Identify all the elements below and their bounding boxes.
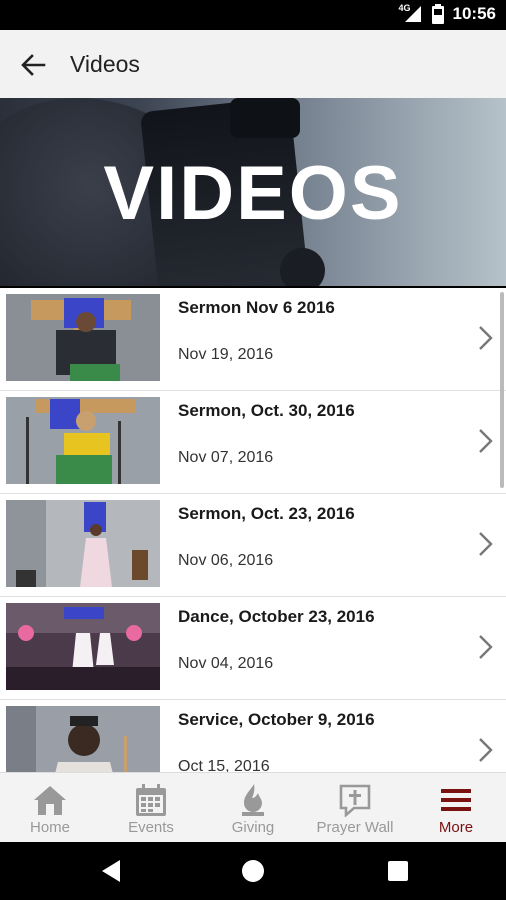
video-list-item[interactable]: Sermon Nov 6 2016 Nov 19, 2016 <box>0 288 506 391</box>
video-thumbnail <box>6 706 160 772</box>
video-title: Dance, October 23, 2016 <box>178 607 375 626</box>
status-time: 10:56 <box>452 4 496 23</box>
video-list-item[interactable]: Service, October 9, 2016 Oct 15, 2016 <box>0 700 506 772</box>
video-list-item[interactable]: Dance, October 23, 2016 Nov 04, 2016 <box>0 597 506 700</box>
video-date: Nov 19, 2016 <box>178 346 274 363</box>
nav-item-home[interactable]: Home <box>0 773 100 843</box>
nav-item-giving[interactable]: Giving <box>202 773 304 843</box>
video-thumbnail <box>6 294 160 381</box>
network-type: 4G <box>398 3 411 13</box>
system-home-icon[interactable] <box>240 858 266 884</box>
chevron-right-icon <box>478 737 494 763</box>
video-date: Oct 15, 2016 <box>178 758 270 772</box>
nav-label: Prayer Wall <box>316 819 394 836</box>
video-date: Nov 04, 2016 <box>178 655 274 672</box>
banner-image-lens <box>280 248 325 286</box>
video-list-item[interactable]: Sermon, Oct. 23, 2016 Nov 06, 2016 <box>0 494 506 597</box>
calendar-icon <box>134 783 168 817</box>
nav-label: Home <box>29 819 70 836</box>
system-recents-icon[interactable] <box>385 858 411 884</box>
app-bar: Videos <box>0 30 506 98</box>
status-bar: 4G 10:56 <box>0 0 506 30</box>
menu-icon <box>439 783 473 817</box>
system-nav-bar <box>0 842 506 900</box>
video-list[interactable]: Sermon Nov 6 2016 Nov 19, 2016 Sermon, O… <box>0 288 506 772</box>
nav-item-prayer-wall[interactable]: Prayer Wall <box>304 773 406 843</box>
nav-label: Giving <box>231 819 275 836</box>
bottom-nav: Home Events Giving Prayer Wall More <box>0 772 506 843</box>
page-title: Videos <box>70 51 140 77</box>
system-back-icon[interactable] <box>98 858 124 884</box>
nav-label: Events <box>128 819 174 836</box>
video-thumbnail <box>6 603 160 690</box>
video-date: Nov 07, 2016 <box>178 449 274 466</box>
video-list-item[interactable]: Sermon, Oct. 30, 2016 Nov 07, 2016 <box>0 391 506 494</box>
chevron-right-icon <box>478 634 494 660</box>
video-thumbnail <box>6 397 160 484</box>
videos-banner: VIDEOS <box>0 98 506 286</box>
video-title: Service, October 9, 2016 <box>178 710 375 729</box>
battery-icon <box>431 4 445 24</box>
video-thumbnail <box>6 500 160 587</box>
nav-item-events[interactable]: Events <box>100 773 202 843</box>
flame-icon <box>236 783 270 817</box>
chevron-right-icon <box>478 325 494 351</box>
banner-image-camera-top <box>230 98 300 138</box>
video-date: Nov 06, 2016 <box>178 552 274 569</box>
chevron-right-icon <box>478 531 494 557</box>
back-arrow-icon[interactable] <box>18 50 48 80</box>
nav-label: More <box>438 819 474 836</box>
prayer-icon <box>338 783 372 818</box>
video-title: Sermon, Oct. 23, 2016 <box>178 504 355 523</box>
video-title: Sermon, Oct. 30, 2016 <box>178 401 355 420</box>
banner-title: VIDEOS <box>103 151 403 236</box>
signal-icon: 4G <box>398 3 423 24</box>
list-scrollbar[interactable] <box>500 292 504 488</box>
video-title: Sermon Nov 6 2016 <box>178 298 335 317</box>
nav-item-more[interactable]: More <box>406 773 506 843</box>
chevron-right-icon <box>478 428 494 454</box>
home-icon <box>33 783 67 817</box>
status-icons: 4G 10:56 <box>398 3 496 24</box>
